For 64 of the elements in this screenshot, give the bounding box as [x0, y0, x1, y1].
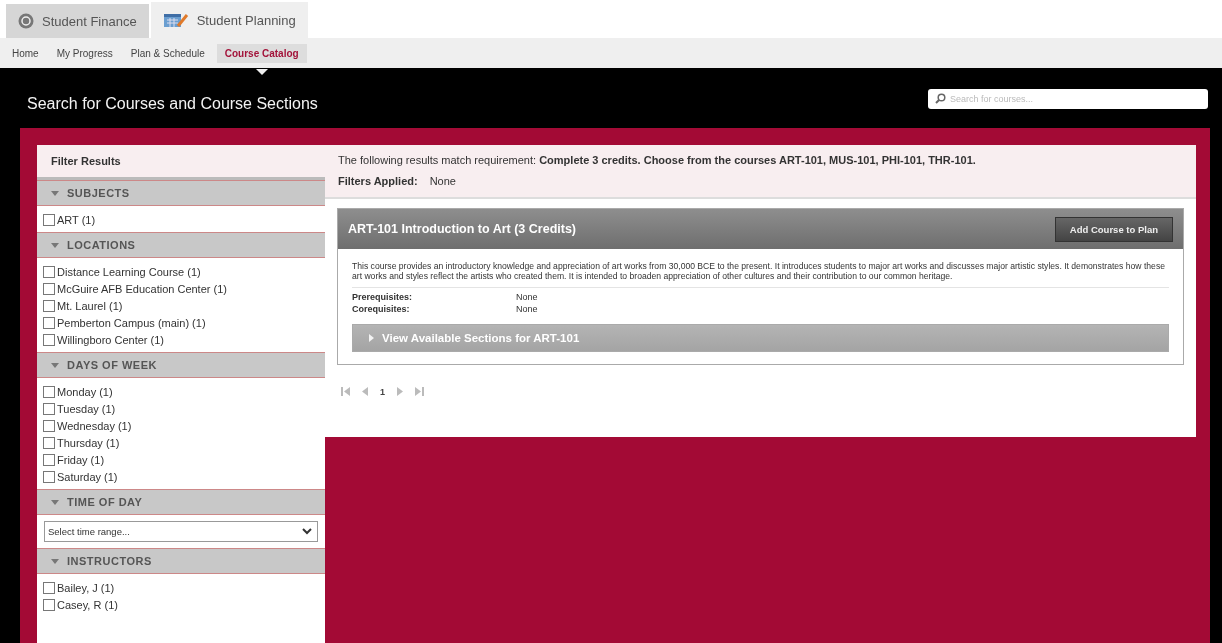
search-field[interactable]: Search for courses... — [928, 89, 1208, 109]
filter-section-header[interactable]: INSTRUCTORS — [37, 548, 325, 574]
caret-icon — [51, 558, 59, 564]
nav-link[interactable]: Course Catalog — [216, 43, 307, 63]
filter-option: Willingboro Center (1) — [57, 333, 164, 346]
filter-option: ART (1) — [57, 213, 96, 226]
filter-option: Saturday (1) — [57, 470, 118, 483]
filter-section-header[interactable]: LOCATIONS — [37, 232, 325, 258]
filter-title: Filter Results — [37, 145, 325, 180]
checkbox[interactable] — [43, 385, 55, 398]
caret-icon — [369, 333, 374, 342]
app-tab[interactable]: Student Planning — [150, 2, 308, 38]
filter-option: McGuire AFB Education Center (1) — [57, 282, 227, 295]
checkbox[interactable] — [43, 453, 55, 466]
time-range-select[interactable]: Select time range... — [44, 521, 318, 542]
checkbox[interactable] — [43, 598, 55, 611]
checkbox[interactable] — [43, 333, 55, 346]
course-description: This course provides an introductory knowledge and appreciation of art works from 30,000 BCE to the present. It introduces students to major art works and discusses major artistic styles. It demonstrates how these art works and styles reflect the artists who created them. It is intended to broaden appreciation of other cultures and their contribution to our common heritage. — [352, 261, 1169, 288]
checkbox[interactable] — [43, 265, 55, 278]
app-tab[interactable]: Student Finance — [6, 4, 149, 38]
detail-label: Prerequisites: — [352, 291, 414, 304]
checkbox[interactable] — [43, 316, 55, 329]
filter-option: Bailey, J (1) — [57, 581, 115, 594]
filters-applied-label: Filters Applied: — [338, 175, 418, 187]
filter-option: Tuesday (1) — [57, 402, 116, 415]
detail-label: Corequisites: — [352, 303, 411, 316]
filter-option: Distance Learning Course (1) — [57, 265, 201, 278]
filter-option: Monday (1) — [57, 385, 113, 398]
caret-icon — [51, 499, 59, 505]
filter-option: Thursday (1) — [57, 436, 120, 449]
filter-option: Friday (1) — [57, 453, 105, 466]
filter-option: Wednesday (1) — [57, 419, 132, 432]
filter-option: Casey, R (1) — [57, 598, 118, 611]
caret-icon — [51, 190, 59, 196]
filter-option: Pemberton Campus (main) (1) — [57, 316, 206, 329]
checkbox[interactable] — [43, 470, 55, 483]
filter-section-header[interactable]: SUBJECTS — [37, 180, 325, 206]
calendar-icon — [162, 12, 189, 28]
checkbox[interactable] — [43, 282, 55, 295]
caret-icon — [51, 362, 59, 368]
checkbox[interactable] — [43, 402, 55, 415]
nav-link[interactable]: Plan & Schedule — [124, 43, 211, 63]
search-icon — [935, 93, 946, 104]
coin-icon — [18, 13, 34, 29]
requirement-text: The following results match requirement: Complete 3 credits. Choose from the courses ART-101, MUS-101, PHI-101, THR-101. — [338, 154, 977, 166]
filters-applied-value: None — [429, 175, 456, 187]
add-course-button[interactable]: Add Course to Plan — [1054, 216, 1173, 242]
checkbox[interactable] — [43, 299, 55, 312]
page-title: Search for Courses and Course Sections — [27, 95, 318, 113]
filter-section-header[interactable]: DAYS OF WEEK — [37, 352, 325, 378]
checkbox[interactable] — [43, 213, 55, 226]
checkbox[interactable] — [43, 436, 55, 449]
chevron-down-icon — [302, 528, 312, 535]
detail-value: None — [516, 303, 538, 316]
filter-option: Mt. Laurel (1) — [57, 299, 123, 312]
course-title: ART-101 Introduction to Art (3 Credits) — [348, 222, 576, 236]
page-number[interactable]: 1 — [380, 386, 385, 397]
detail-value: None — [516, 291, 538, 304]
filter-section-header[interactable]: TIME OF DAY — [37, 489, 325, 515]
checkbox[interactable] — [43, 419, 55, 432]
nav-link[interactable]: Home — [6, 43, 45, 63]
checkbox[interactable] — [43, 581, 55, 594]
nav-link[interactable]: My Progress — [50, 43, 119, 63]
caret-icon — [51, 242, 59, 248]
